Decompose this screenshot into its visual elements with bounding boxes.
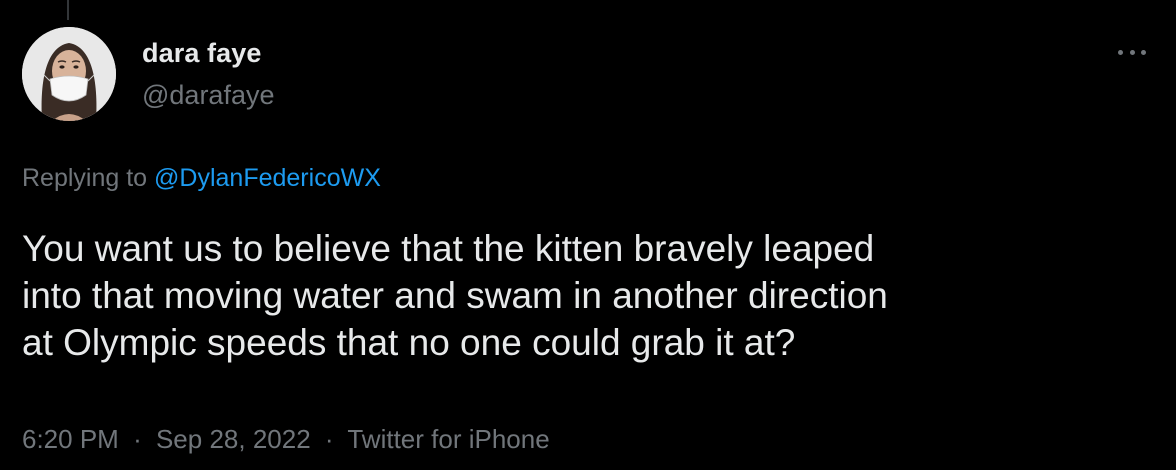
meta-separator: · xyxy=(324,424,334,454)
tweet-text-line: You want us to believe that the kitten b… xyxy=(22,228,875,269)
tweet-source[interactable]: Twitter for iPhone xyxy=(347,424,549,454)
dot xyxy=(1141,49,1146,55)
more-horizontal-icon[interactable] xyxy=(1118,44,1146,60)
user-handle[interactable]: @darafaye xyxy=(142,80,274,111)
replying-to-label: Replying to xyxy=(22,164,148,192)
tweet-text: You want us to believe that the kitten b… xyxy=(22,225,1142,366)
meta-separator: · xyxy=(133,424,142,454)
tweet-text-line: into that moving water and swam in anoth… xyxy=(22,275,888,316)
thread-connector-line xyxy=(67,0,69,20)
dot xyxy=(1118,49,1123,55)
replying-to: Replying to @DylanFedericoWX xyxy=(22,164,381,193)
tweet-text-line: at Olympic speeds that no one could grab… xyxy=(22,322,796,363)
avatar-image xyxy=(22,27,116,121)
dot xyxy=(1129,49,1135,55)
tweet-date[interactable]: Sep 28, 2022 xyxy=(156,424,311,454)
tweet-time[interactable]: 6:20 PM xyxy=(22,424,119,454)
avatar[interactable] xyxy=(22,27,116,121)
display-name[interactable]: dara faye xyxy=(142,38,261,69)
mention-link[interactable]: @DylanFedericoWX xyxy=(154,164,381,192)
tweet-meta: 6:20 PM · Sep 28, 2022 · Twitter for iPh… xyxy=(22,424,550,455)
